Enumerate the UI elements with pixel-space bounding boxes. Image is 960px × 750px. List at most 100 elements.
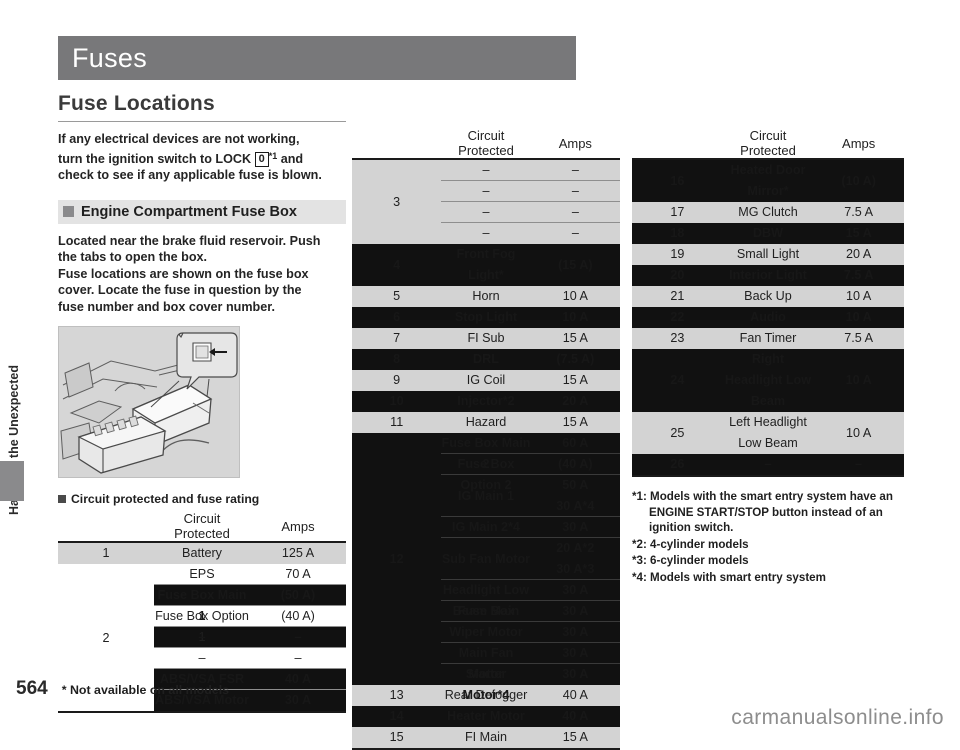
- table-row: 10 Injector*2 20 A: [352, 391, 620, 412]
- col-header-amps: Amps: [530, 128, 620, 160]
- fuse-number: 13: [352, 685, 442, 706]
- footnotes-block: *1: Models with the smart entry system h…: [632, 489, 904, 585]
- amps-value-line: 50 A: [562, 478, 589, 492]
- col-header-amps: Amps: [250, 511, 346, 543]
- amps-value: 20 A: [846, 247, 872, 261]
- circuit-protected-cell: – – – –: [441, 159, 531, 244]
- circuit-protected-cell: Hazard: [441, 412, 531, 433]
- fuse-number: 19: [632, 244, 723, 265]
- table-row: 13 Rear Defogger 40 A: [352, 685, 620, 706]
- table-row: 21 Back Up 10 A: [632, 286, 904, 307]
- circuit-name: Hazard: [465, 415, 507, 429]
- fuse-number: 20: [632, 265, 723, 286]
- circuit-protected-cell: DBW: [722, 223, 814, 244]
- table-row: 14 Heater Motor 40 A: [352, 706, 620, 727]
- circuit-name: DBW: [752, 226, 784, 240]
- amps-value: 30 A: [530, 517, 620, 538]
- amps-cell: 40 A: [530, 706, 620, 727]
- fuse-box-paragraph: Located near the brake fluid reservoir. …: [58, 233, 346, 316]
- amps-value: 10 A: [846, 425, 872, 440]
- table-row: 19 Small Light 20 A: [632, 244, 904, 265]
- circuit-name: –: [441, 181, 531, 202]
- section-side-tab-block: [0, 461, 24, 501]
- table-row: 17 MG Clutch 7.5 A: [632, 202, 904, 223]
- amps-cell: 7.5 A: [813, 265, 904, 286]
- circuit-name: Fuse Box Main 2: [441, 433, 531, 471]
- circuit-protected-cell: IG Coil: [441, 370, 531, 391]
- amps-value: 7.5 A: [844, 205, 874, 219]
- fuse-number: 22: [632, 307, 723, 328]
- circuit-protected-cell: Rear Defogger: [441, 685, 531, 706]
- amps-value: 40 A: [562, 709, 589, 723]
- circuit-protected-cell: Stop Light: [441, 307, 531, 328]
- table-row: 20 Interior Light 7.5 A: [632, 265, 904, 286]
- circuit-protected-cell: Injector*2: [441, 391, 531, 412]
- amps-cell: 15 A: [813, 223, 904, 244]
- circuit-name: IG Coil: [466, 373, 506, 387]
- amps-value: 7.5 A: [844, 331, 874, 345]
- manual-page: Fuses Handling the Unexpected Fuse Locat…: [0, 0, 960, 750]
- circuit-name: IG Main 1: [441, 475, 531, 517]
- intro-line-1: If any electrical devices are not workin…: [58, 132, 300, 146]
- circuit-name: Rear Defogger: [444, 688, 528, 702]
- fuse-number: 5: [352, 286, 442, 307]
- col-header-number: [352, 128, 442, 160]
- circuit-name: EPS: [154, 564, 250, 585]
- page-number: 564: [16, 678, 48, 699]
- circuit-protected-cell: FI Sub: [441, 328, 531, 349]
- table-row: 23 Fan Timer 7.5 A: [632, 328, 904, 349]
- table-row: 6 Stop Light 10 A: [352, 307, 620, 328]
- table-row: 22 Audio 10 A: [632, 307, 904, 328]
- table-row: 4 Front Fog Light* (15 A): [352, 244, 620, 286]
- circuit-name: Sub Fan Motor: [441, 538, 531, 580]
- circuit-protected-cell: Battery: [154, 542, 250, 564]
- amps-value: (10 A): [841, 173, 876, 188]
- table-header-row: Circuit Protected Amps: [632, 128, 904, 160]
- amps-cell: 15 A: [530, 370, 620, 391]
- circuit-protected-cell: Left Headlight Low Beam: [722, 412, 814, 454]
- circuit-name: Interior Light: [729, 268, 807, 282]
- para2-line-5: fuse number and box cover number.: [58, 299, 275, 314]
- watermark: carmanualsonline.info: [731, 706, 944, 729]
- amps-cell: (10 A): [813, 159, 904, 202]
- amps-cell: 10 A: [813, 349, 904, 412]
- circuit-name: Wiper Motor: [441, 622, 531, 643]
- circuit-name: Small Light: [736, 247, 800, 261]
- circuit-protected-cell: Back Up: [722, 286, 814, 307]
- circuit-name: Fan Timer: [739, 331, 797, 345]
- para2-line-1: Located near the brake fluid reservoir. …: [58, 233, 321, 248]
- circuit-protected-cell: Interior Light: [722, 265, 814, 286]
- section-side-tab: Handling the Unexpected: [0, 355, 28, 535]
- col-header-number: [58, 511, 154, 543]
- circuit-name: Starter Motor*4: [463, 667, 510, 702]
- circuit-name: Audio: [750, 310, 786, 324]
- footnote-3: *3: 6-cylinder models: [632, 554, 749, 567]
- circuit-name: –: [764, 457, 772, 471]
- circuit-protected-cell: Fan Timer: [722, 328, 814, 349]
- amps-value: (40 A): [530, 454, 620, 475]
- table-row: 1 Battery 125 A: [58, 542, 346, 564]
- bullet-square-icon: [63, 206, 74, 217]
- circuit-name: Front Fog Light*: [456, 247, 516, 282]
- fuse-number: 12: [352, 433, 442, 685]
- fuse-table-right-body: 16 Heated Door Mirror* (10 A) 17 MG Clutch 7.…: [632, 159, 904, 477]
- circuit-protected-cell: Audio: [722, 307, 814, 328]
- circuit-protected-cell: Heated Door Mirror*: [722, 159, 814, 202]
- circuit-name: Fuse Box Main 1: [154, 585, 250, 623]
- amps-value: 30 A: [530, 601, 620, 622]
- table-row: 3– – – – – – – –: [352, 159, 620, 244]
- table-row: 16 Heated Door Mirror* (10 A): [632, 159, 904, 202]
- col-header-number: [632, 128, 723, 160]
- circuit-name: Headlight Low Beam Main: [441, 580, 531, 618]
- amps-value: 20 A: [562, 394, 589, 408]
- circuit-protected-cell: Small Light: [722, 244, 814, 265]
- circuit-protected-cell: –: [722, 454, 814, 477]
- amps-cell: 10 A: [530, 307, 620, 328]
- circuit-name: Heater Motor: [447, 709, 525, 723]
- amps-cell: (15 A): [530, 244, 620, 286]
- circuit-name: Main Fan Motor: [441, 643, 531, 681]
- amps-value: 30 A: [530, 643, 620, 664]
- para2-line-2: the tabs to open the box.: [58, 250, 208, 264]
- amps-value: 125 A: [281, 546, 315, 560]
- circuit-name: Right Headlight Low Beam: [724, 352, 812, 408]
